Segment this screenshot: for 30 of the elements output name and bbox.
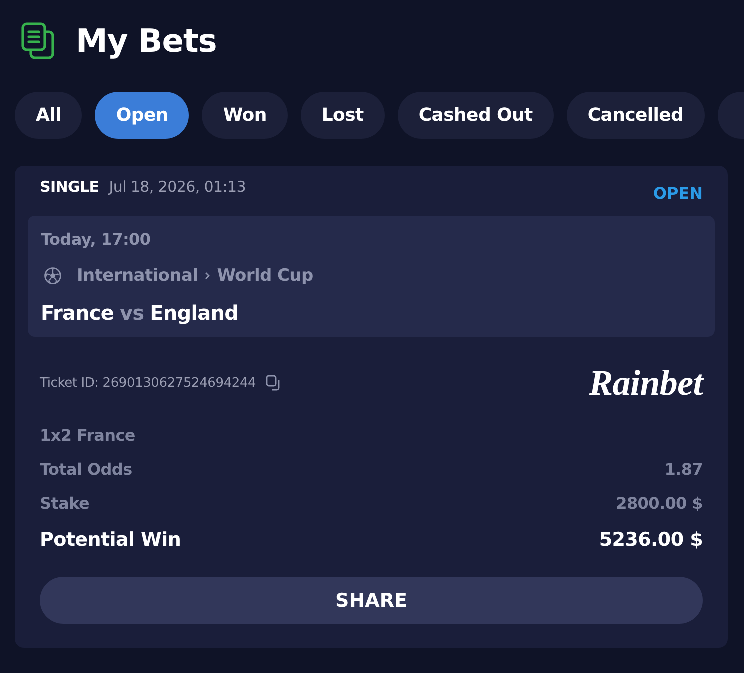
line-value: 2800.00 $ [616,493,703,515]
line-value: 1.87 [664,459,703,481]
line-label: Total Odds [40,459,132,481]
filter-tab[interactable]: Cancelled [566,92,705,139]
ticket-id: Ticket ID: 2690130627524694244 [40,376,256,390]
bet-slip-icon [21,22,57,60]
versus-label: vs [120,301,144,325]
bet-type: SINGLE [40,178,100,196]
bet-selection: 1x2 France [39,425,136,447]
filter-tab[interactable]: Open [95,92,190,139]
line-label: Stake [40,493,90,515]
line-value: 5236.00 $ [599,528,703,552]
event-time: Today, 17:00 [41,229,152,251]
filter-tab[interactable]: All [15,92,82,139]
team-name: France [41,301,114,325]
filter-tab[interactable]: Won [202,92,288,139]
bet-date: Jul 18, 2026, 01:13 [109,178,246,196]
page-title: My Bets [76,22,217,60]
filter-tab[interactable]: Cashed Out [398,92,554,139]
line-label: Potential Win [40,528,182,552]
brand-logo: Rainbet [589,363,703,403]
filter-tab[interactable]: Lost [300,92,385,139]
chevron-icon [205,272,210,280]
bet-status: OPEN [653,184,703,204]
event-league: World Cup [217,266,314,286]
soccer-ball-icon [44,267,62,285]
copy-icon[interactable] [266,375,282,391]
share-button[interactable]: SHARE [40,577,703,624]
team-name: England [150,301,238,325]
event-category: International [77,266,198,286]
